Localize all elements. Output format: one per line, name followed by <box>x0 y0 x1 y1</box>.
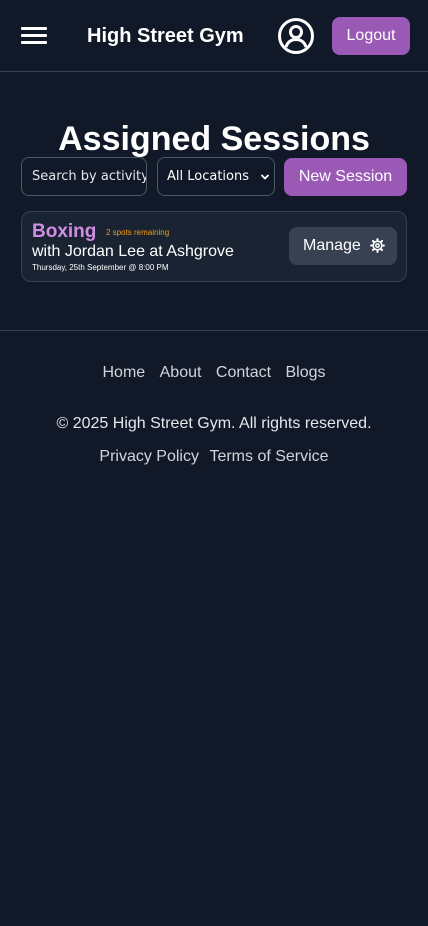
brand-title[interactable]: High Street Gym <box>87 25 244 48</box>
footer-nav: Home About Contact Blogs <box>0 364 428 382</box>
chevron-down-icon <box>260 174 270 180</box>
location-select[interactable]: All Locations <box>157 157 275 196</box>
footer-link-blogs[interactable]: Blogs <box>285 364 325 381</box>
footer-link-contact[interactable]: Contact <box>216 364 271 381</box>
session-trainer-location: with Jordan Lee at Ashgrove <box>32 243 234 260</box>
spots-remaining-badge: 2 spots remaining <box>106 228 170 237</box>
manage-label: Manage <box>303 237 361 254</box>
site-header: High Street Gym Logout <box>0 0 428 72</box>
session-datetime: Thursday, 25th September @ 8:00 PM <box>32 263 169 272</box>
menu-bar <box>21 27 47 30</box>
footer-link-about[interactable]: About <box>160 364 202 381</box>
new-session-button[interactable]: New Session <box>284 158 407 196</box>
hamburger-menu-icon[interactable] <box>21 26 47 46</box>
gear-icon <box>370 238 385 253</box>
page-title: Assigned Sessions <box>58 120 370 158</box>
footer-link-privacy[interactable]: Privacy Policy <box>99 448 199 465</box>
copyright-text: © 2025 High Street Gym. All rights reser… <box>56 415 372 432</box>
menu-bar <box>21 41 47 44</box>
search-input[interactable] <box>21 157 147 196</box>
legal-links: Privacy Policy Terms of Service <box>0 448 428 466</box>
menu-bar <box>21 34 47 37</box>
session-activity: Boxing <box>32 221 97 242</box>
location-select-value: All Locations <box>167 169 250 184</box>
footer-link-terms[interactable]: Terms of Service <box>209 448 328 465</box>
user-circle-icon[interactable] <box>277 17 315 55</box>
manage-session-button[interactable]: Manage <box>289 227 397 265</box>
footer-link-home[interactable]: Home <box>102 364 145 381</box>
session-card: Boxing 2 spots remaining with Jordan Lee… <box>21 211 407 282</box>
user-circle-svg <box>278 18 314 54</box>
site-footer: Home About Contact Blogs © 2025 High Str… <box>0 330 428 491</box>
logout-button[interactable]: Logout <box>332 17 410 55</box>
